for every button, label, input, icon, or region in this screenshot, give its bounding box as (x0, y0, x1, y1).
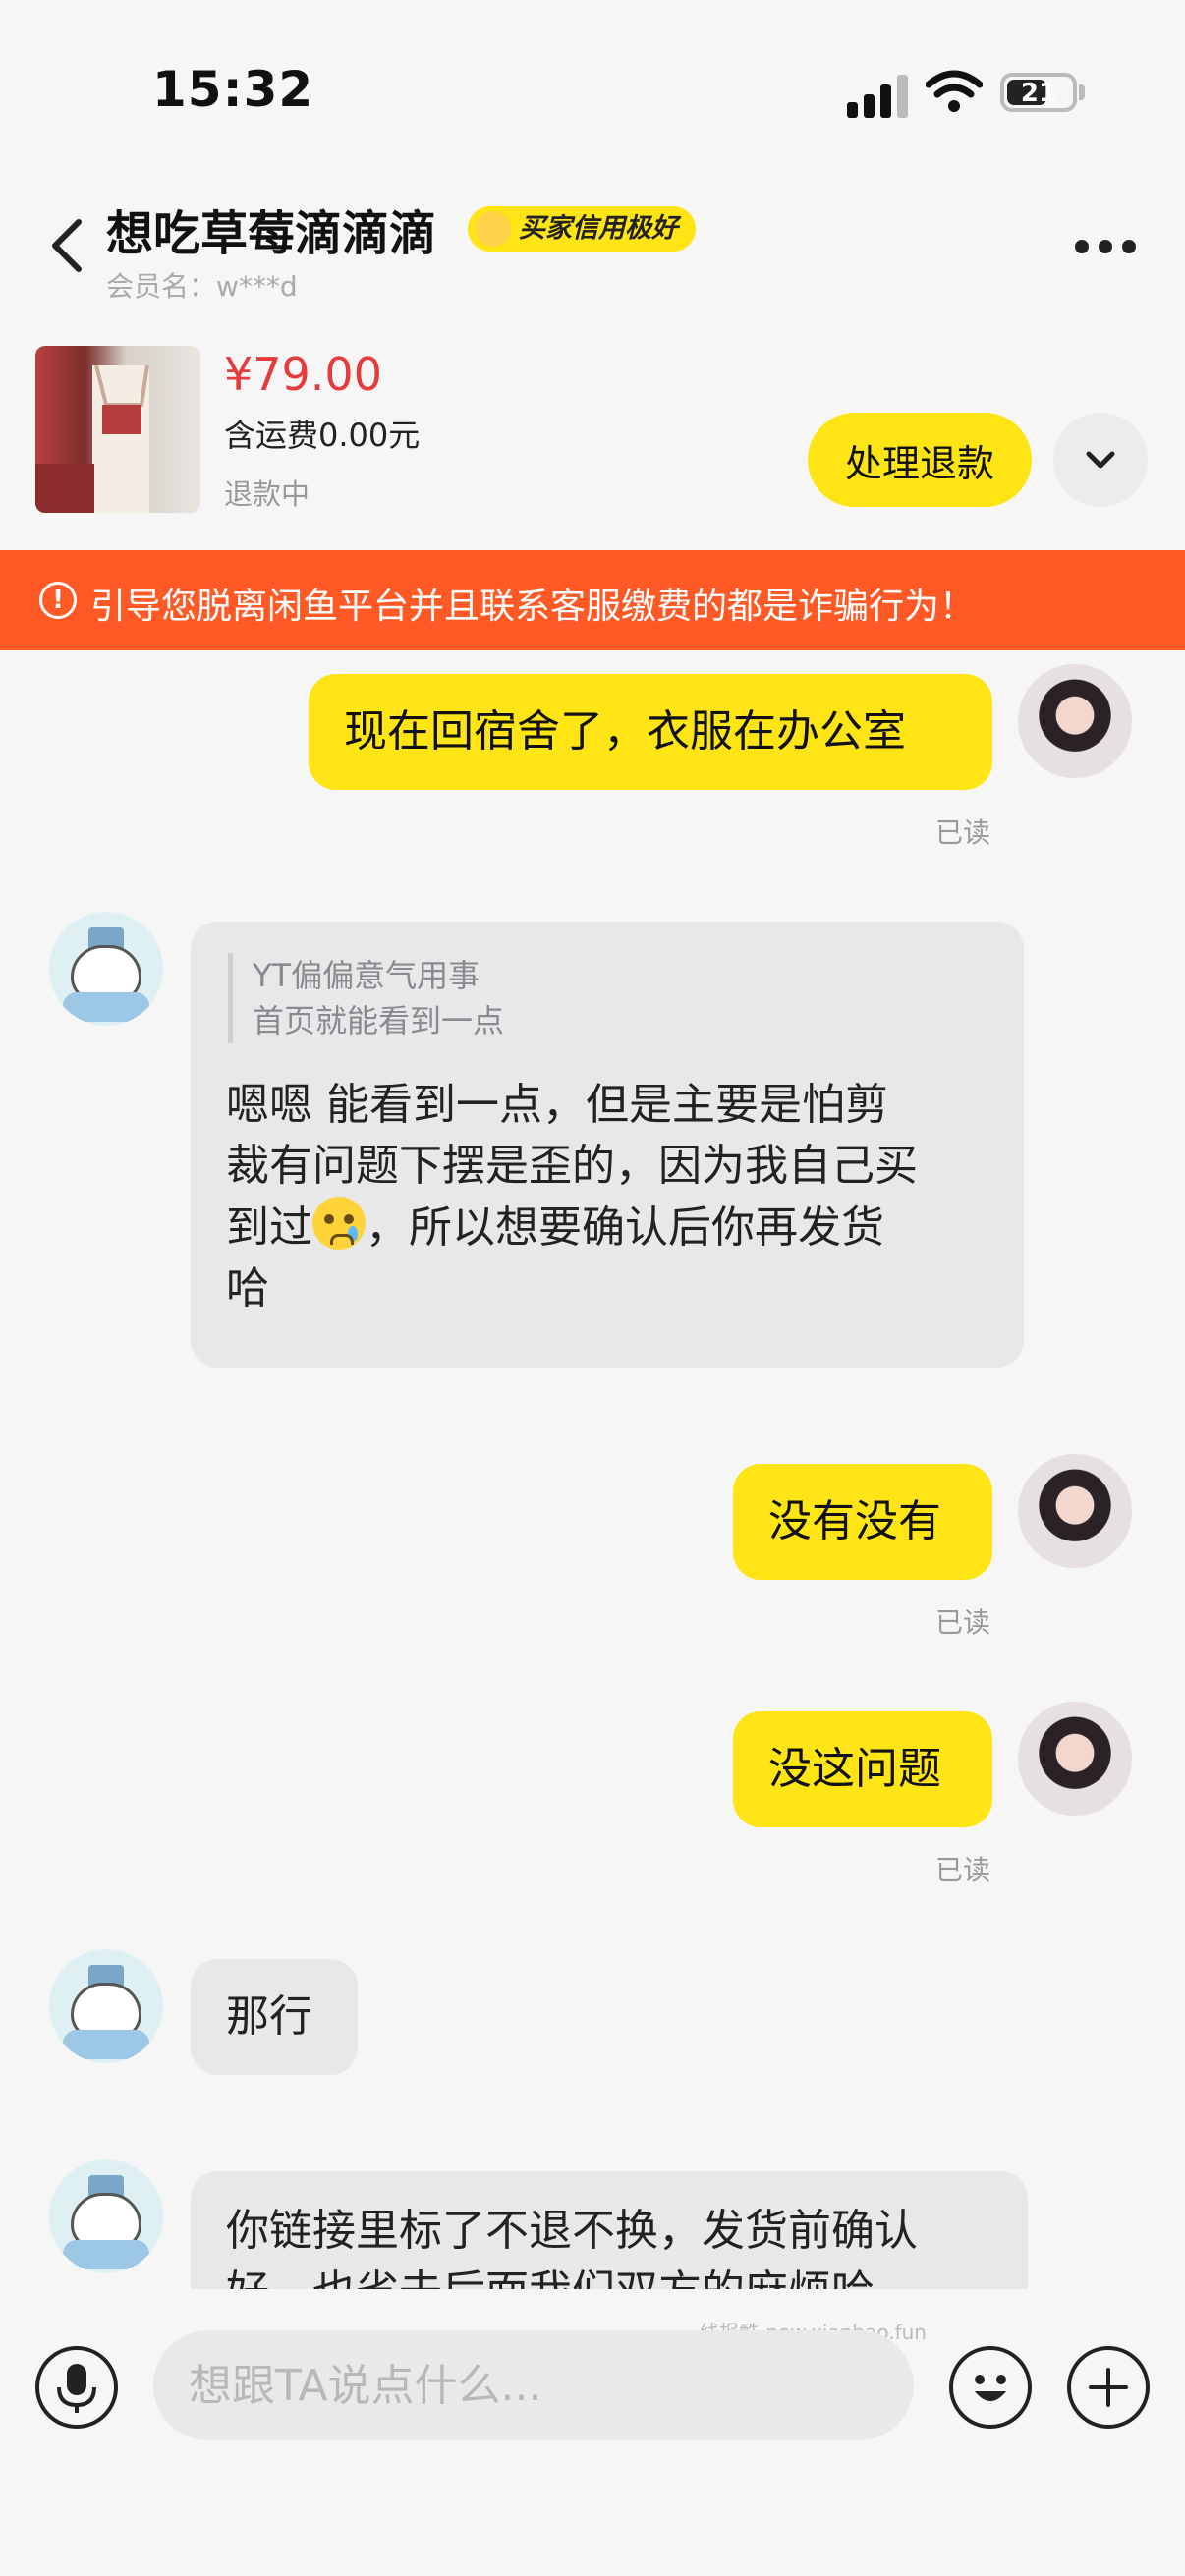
buyer-credit-label: 买家信用极好 (519, 213, 678, 244)
plus-icon (1089, 2368, 1128, 2407)
buyer-credit-badge[interactable]: 买家信用极好 (468, 206, 696, 252)
read-receipt: 已读 (935, 1854, 991, 1886)
message-fragment: 到过 (226, 1203, 312, 1253)
partner-avatar[interactable] (49, 912, 163, 1026)
battery-icon: 21 (1000, 73, 1077, 112)
crying-face-emoji-icon (312, 1197, 366, 1250)
message-fragment: ，所以想要确认后你再发货 (366, 1203, 884, 1253)
status-time: 15:32 (152, 61, 314, 118)
more-icon[interactable] (1075, 240, 1136, 253)
microphone-icon (57, 2364, 96, 2413)
star-eyes-icon (476, 211, 511, 247)
chat-partner-name[interactable]: 想吃草莓滴滴滴 (106, 195, 436, 263)
message-text: 没这问题 (768, 1744, 941, 1794)
message-line: 嗯嗯 能看到一点，但是主要是怕剪 (226, 1080, 888, 1130)
product-price: ¥79.00 (224, 348, 382, 401)
message-input[interactable] (153, 2330, 914, 2440)
quoted-message[interactable]: YT偏偏意气用事 首页就能看到一点 (228, 953, 504, 1043)
message-line: 裁有问题下摆是歪的，因为我自己买 (226, 1141, 918, 1191)
message-bubble-outgoing[interactable]: 现在回宿舍了，衣服在办公室 (309, 674, 992, 790)
message-bubble-outgoing[interactable]: 没有没有 (733, 1464, 992, 1580)
read-receipt: 已读 (935, 1606, 991, 1639)
cellular-signal-icon (847, 75, 908, 118)
message-text: 没有没有 (768, 1496, 941, 1546)
message-line: 哈 (226, 1263, 269, 1314)
my-avatar[interactable] (1018, 1702, 1132, 1816)
smiley-icon (975, 2375, 1006, 2401)
message-line: 你链接里标了不退不换，发货前确认 (226, 2206, 918, 2256)
my-avatar[interactable] (1018, 1454, 1132, 1568)
process-refund-button[interactable]: 处理退款 (808, 413, 1032, 507)
fraud-warning-text: 引导您脱离闲鱼平台并且联系客服缴费的都是诈骗行为！ (90, 587, 976, 627)
read-receipt: 已读 (935, 816, 991, 849)
message-text: 那行 (226, 1991, 312, 2042)
refund-status: 退款中 (224, 477, 310, 511)
wifi-icon (926, 70, 983, 112)
partner-avatar[interactable] (49, 2159, 163, 2273)
product-thumbnail[interactable] (35, 346, 200, 513)
shipping-fee: 含运费0.00元 (224, 417, 421, 454)
exclamation-circle-icon: ! (39, 582, 77, 619)
expand-button[interactable] (1053, 413, 1148, 507)
message-line: 到过 ，所以想要确认后你再发货 (226, 1197, 918, 1259)
fraud-warning-banner: ! 引导您脱离闲鱼平台并且联系客服缴费的都是诈骗行为！ (0, 550, 1185, 650)
battery-level: 21 (1020, 79, 1057, 108)
battery-tip (1079, 84, 1085, 100)
voice-button[interactable] (35, 2346, 118, 2429)
quoted-text: 首页就能看到一点 (253, 1002, 505, 1039)
message-text: 嗯嗯 能看到一点，但是主要是怕剪 裁有问题下摆是歪的，因为我自己买 到过 ，所以想… (226, 1075, 918, 1319)
partner-avatar[interactable] (49, 1949, 163, 2063)
back-arrow-icon[interactable] (47, 216, 86, 275)
my-avatar[interactable] (1018, 664, 1132, 778)
quoted-author: YT偏偏意气用事 (253, 957, 480, 994)
chevron-down-icon (1086, 451, 1115, 469)
member-name: 会员名：w***d (106, 270, 298, 303)
message-bubble-outgoing[interactable]: 没这问题 (733, 1711, 992, 1827)
message-text: 现在回宿舍了，衣服在办公室 (344, 706, 906, 756)
emoji-button[interactable] (949, 2346, 1032, 2429)
add-button[interactable] (1067, 2346, 1150, 2429)
message-bubble-incoming[interactable]: 那行 (191, 1959, 358, 2075)
